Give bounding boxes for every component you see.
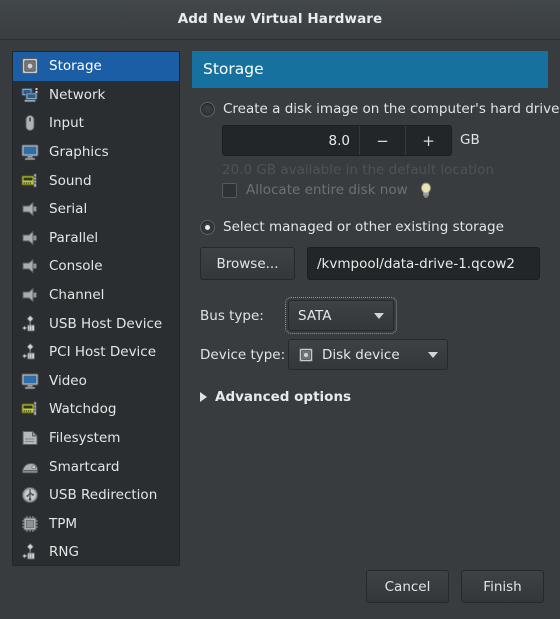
display-icon	[21, 372, 39, 390]
create-disk-radio[interactable]	[200, 101, 215, 117]
device-type-value: Disk device	[322, 346, 400, 363]
sidebar-item-serial[interactable]: Serial	[13, 195, 179, 224]
panel-title: Storage	[203, 60, 264, 78]
device-type-row: Device type: Disk device	[200, 339, 448, 370]
smartcard-icon	[21, 458, 39, 476]
sidebar-item-network[interactable]: Network	[13, 81, 179, 110]
create-disk-radio-row[interactable]: Create a disk image on the computer's ha…	[200, 101, 559, 117]
serial-port-icon	[21, 200, 39, 218]
disk-size-unit-label: GB	[460, 132, 480, 148]
sidebar-item-input[interactable]: Input	[13, 109, 179, 138]
advanced-options-label: Advanced options	[215, 389, 352, 405]
sound-card-icon	[21, 400, 39, 418]
sidebar-item-label: Watchdog	[49, 401, 117, 418]
sidebar-item-label: RNG	[49, 544, 79, 561]
display-icon	[21, 143, 39, 161]
allocate-disk-row[interactable]: Allocate entire disk now	[222, 182, 433, 198]
lightbulb-icon[interactable]	[419, 182, 433, 198]
sidebar-item-label: Storage	[49, 58, 102, 75]
existing-storage-radio-row[interactable]: Select managed or other existing storage	[200, 219, 504, 235]
bus-type-label: Bus type:	[200, 307, 264, 324]
sidebar-item-usb-host-device[interactable]: USB Host Device	[13, 309, 179, 338]
bus-type-dropdown[interactable]: SATA	[285, 297, 397, 334]
filesystem-icon	[21, 429, 39, 447]
chevron-down-icon	[374, 312, 384, 319]
storage-icon	[21, 57, 39, 75]
sidebar-item-tpm[interactable]: TPM	[13, 510, 179, 539]
panel-header: Storage	[192, 51, 548, 88]
sidebar-item-channel[interactable]: Channel	[13, 281, 179, 310]
device-type-dropdown[interactable]: Disk device	[288, 339, 448, 370]
advanced-options-expander[interactable]: Advanced options	[200, 389, 351, 405]
window-title: Add New Virtual Hardware	[177, 11, 383, 27]
sidebar-item-label: Graphics	[49, 144, 109, 161]
sidebar-item-pci-host-device[interactable]: PCI Host Device	[13, 338, 179, 367]
sidebar-item-watchdog[interactable]: Watchdog	[13, 395, 179, 424]
allocate-disk-label: Allocate entire disk now	[246, 182, 408, 198]
host-device-icon	[21, 343, 39, 361]
sidebar-item-rng[interactable]: RNG	[13, 538, 179, 565]
device-type-label: Device type:	[200, 346, 286, 363]
sidebar-item-label: Filesystem	[49, 430, 121, 447]
available-space-label: 20.0 GB available in the default locatio…	[222, 162, 494, 178]
disk-size-value[interactable]: 8.0	[223, 126, 359, 155]
sidebar-item-label: USB Redirection	[49, 487, 158, 504]
host-device-icon	[21, 315, 39, 333]
sidebar-item-graphics[interactable]: Graphics	[13, 138, 179, 167]
disk-size-decrement-button[interactable]: −	[359, 126, 405, 155]
sidebar-item-parallel[interactable]: Parallel	[13, 224, 179, 253]
sidebar-item-smartcard[interactable]: Smartcard	[13, 452, 179, 481]
sidebar-item-label: Smartcard	[49, 458, 120, 475]
sidebar-item-label: Sound	[49, 172, 92, 189]
bus-type-row: Bus type: SATA	[200, 297, 397, 334]
main-panel: Storage Create a disk image on the compu…	[192, 51, 559, 566]
sidebar-item-label: Parallel	[49, 229, 99, 246]
sidebar-item-label: Network	[49, 86, 106, 103]
finish-button[interactable]: Finish	[461, 570, 544, 603]
sidebar-item-label: Console	[49, 258, 103, 275]
disk-size-spinner[interactable]: 8.0 − +	[222, 125, 452, 156]
sidebar-item-label: PCI Host Device	[49, 344, 157, 361]
console-port-icon	[21, 257, 39, 275]
disk-size-increment-button[interactable]: +	[405, 126, 451, 155]
sidebar-item-video[interactable]: Video	[13, 367, 179, 396]
browse-button[interactable]: Browse...	[200, 247, 295, 280]
sidebar-item-label: Input	[49, 115, 84, 132]
network-icon	[21, 86, 39, 104]
sidebar-item-storage[interactable]: Storage	[13, 52, 179, 81]
sidebar-item-label: Video	[49, 372, 87, 389]
storage-path-input[interactable]: /kvmpool/data-drive-1.qcow2	[307, 247, 540, 280]
sidebar-item-sound[interactable]: Sound	[13, 166, 179, 195]
create-disk-label: Create a disk image on the computer's ha…	[223, 101, 560, 117]
sidebar-item-label: TPM	[49, 515, 78, 532]
sound-card-icon	[21, 172, 39, 190]
host-device-icon	[21, 543, 39, 561]
sidebar-item-label: Channel	[49, 287, 105, 304]
cancel-button[interactable]: Cancel	[366, 570, 449, 603]
channel-port-icon	[21, 286, 39, 304]
window-titlebar: Add New Virtual Hardware	[0, 0, 560, 40]
chevron-down-icon	[428, 351, 438, 358]
disk-icon	[298, 347, 314, 363]
sidebar-item-filesystem[interactable]: Filesystem	[13, 424, 179, 453]
usb-icon	[21, 486, 39, 504]
existing-storage-label: Select managed or other existing storage	[223, 219, 504, 235]
sidebar-item-console[interactable]: Console	[13, 252, 179, 281]
bus-type-value: SATA	[298, 307, 332, 324]
mouse-icon	[21, 114, 39, 132]
existing-storage-radio[interactable]	[200, 219, 215, 235]
storage-path-row: Browse... /kvmpool/data-drive-1.qcow2	[200, 247, 548, 280]
chip-icon	[21, 515, 39, 533]
sidebar-item-label: USB Host Device	[49, 315, 163, 332]
hardware-category-list[interactable]: Storage Network Input Graphics Sound Serial Pa…	[12, 51, 180, 566]
chevron-right-icon	[200, 392, 207, 402]
sidebar-item-usb-redirection[interactable]: USB Redirection	[13, 481, 179, 510]
sidebar-item-label: Serial	[49, 201, 88, 218]
allocate-disk-checkbox[interactable]	[222, 182, 237, 198]
parallel-port-icon	[21, 229, 39, 247]
